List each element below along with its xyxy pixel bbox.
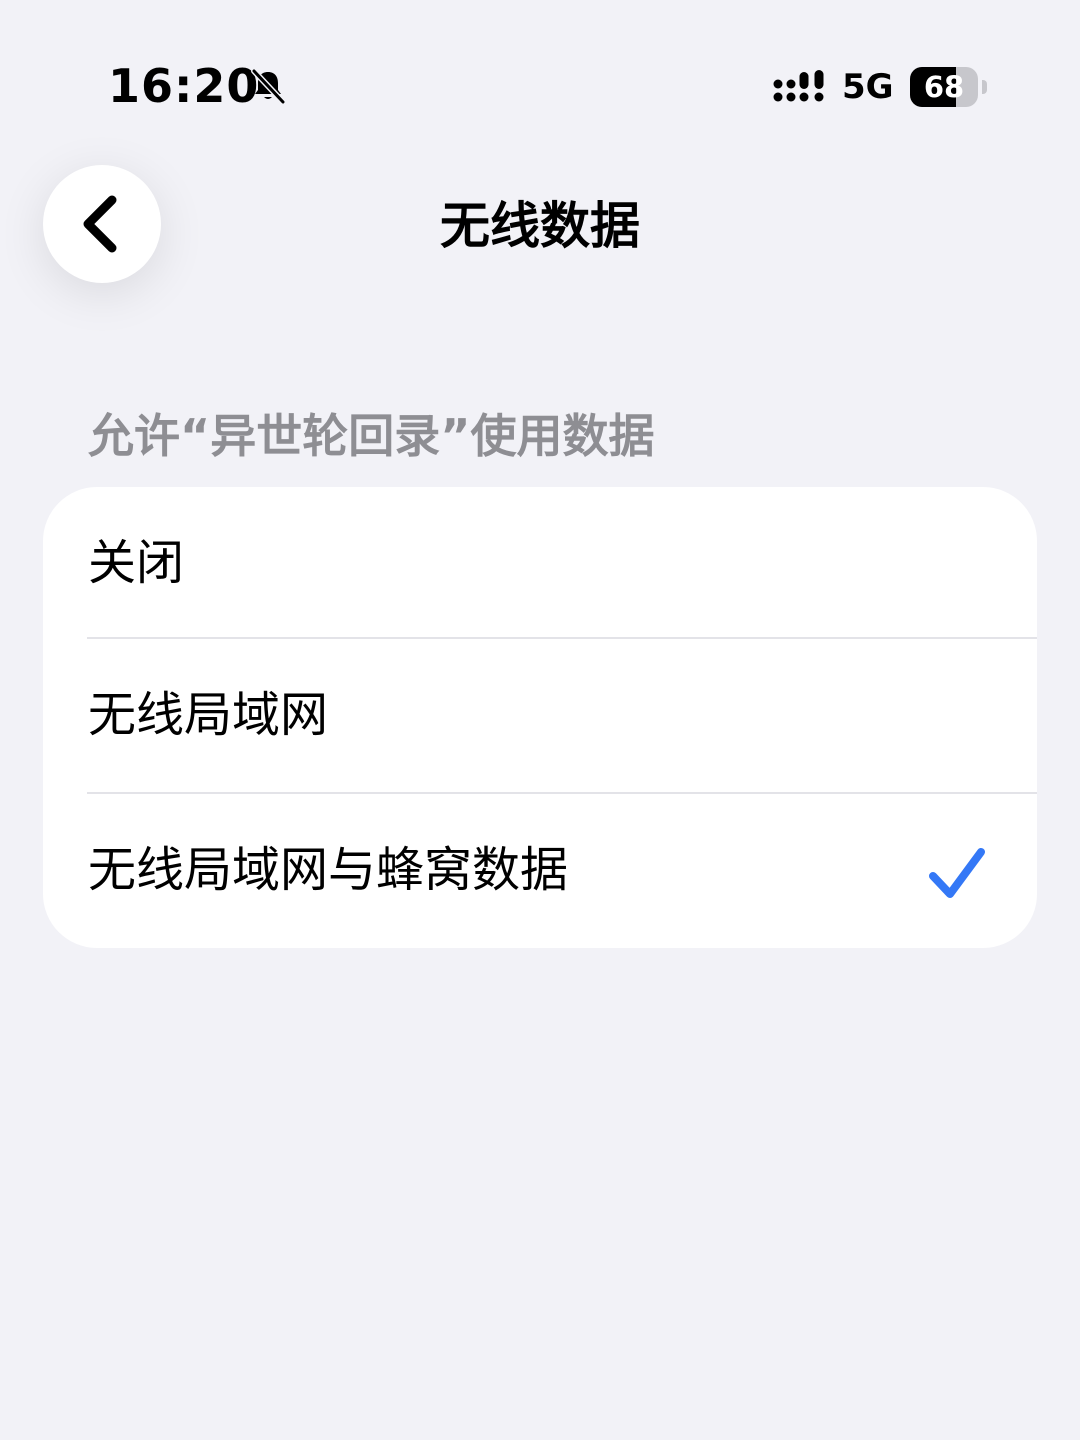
back-button[interactable] — [43, 165, 161, 283]
option-label: 无线局域网与蜂窝数据 — [88, 842, 569, 898]
battery-tip — [982, 80, 987, 94]
battery-body: 68 — [910, 67, 978, 107]
option-wlan[interactable]: 无线局域网 — [43, 639, 1037, 792]
status-time: 16:20 — [108, 59, 260, 113]
chevron-left-icon — [83, 195, 117, 253]
option-label: 关闭 — [88, 535, 185, 591]
options-card: 关闭 无线局域网 无线局域网与蜂窝数据 — [43, 487, 1037, 948]
option-label: 无线局域网 — [88, 687, 329, 743]
status-bar: 16:20 5G 68 — [0, 0, 1080, 130]
option-off[interactable]: 关闭 — [43, 487, 1037, 640]
bell-slash-icon — [251, 68, 286, 105]
battery-indicator: 68 — [910, 67, 988, 107]
signal-icon — [773, 70, 824, 102]
option-wlan-cellular[interactable]: 无线局域网与蜂窝数据 — [43, 794, 1037, 947]
section-header: 允许“异世轮回录”使用数据 — [88, 409, 655, 463]
checkmark-icon — [929, 848, 985, 898]
network-type: 5G — [842, 67, 894, 107]
page-title: 无线数据 — [440, 197, 640, 255]
battery-percent: 68 — [923, 70, 965, 104]
